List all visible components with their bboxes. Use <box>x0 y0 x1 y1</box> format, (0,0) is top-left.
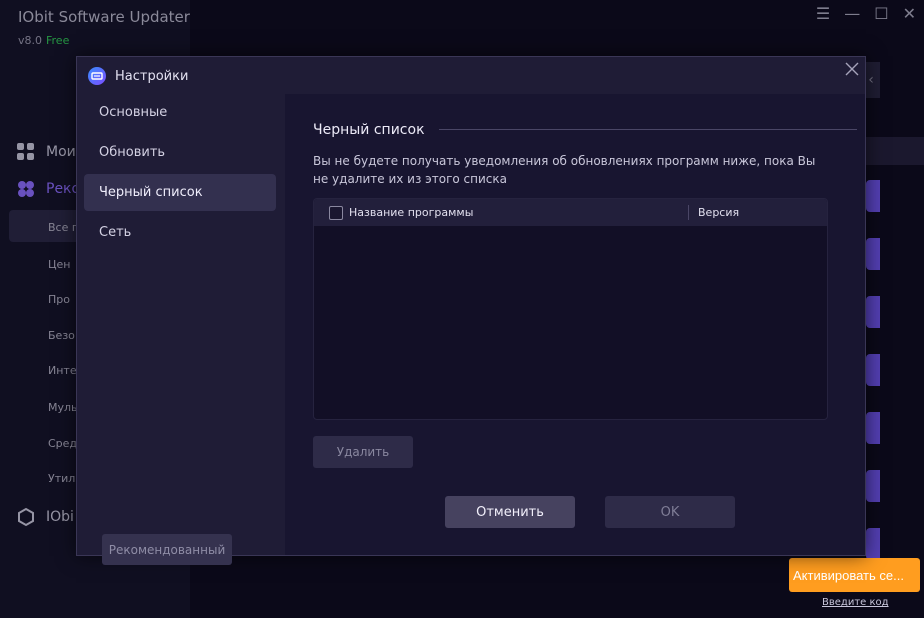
select-all-checkbox[interactable] <box>329 206 343 220</box>
recommended-button[interactable]: Рекомендованный <box>102 534 232 565</box>
settings-nav-update[interactable]: Обновить <box>84 134 276 171</box>
dialog-title: Настройки <box>115 69 189 84</box>
app-logo-icon <box>88 67 106 85</box>
blacklist-table: Название программы Версия <box>313 198 828 420</box>
cancel-button[interactable]: Отменить <box>445 496 575 528</box>
table-header: Название программы Версия <box>314 199 827 226</box>
column-divider[interactable] <box>688 205 689 220</box>
section-description: Вы не будете получать уведомления об обн… <box>313 154 816 186</box>
section-divider <box>439 129 857 130</box>
settings-content: Черный список Вы не будете получать увед… <box>285 94 865 555</box>
activate-button[interactable]: Активировать се... <box>789 558 920 592</box>
settings-dialog: Настройки Основные Обновить Черный списо… <box>76 56 866 565</box>
column-header-version[interactable]: Версия <box>698 206 739 219</box>
column-header-name[interactable]: Название программы <box>349 206 473 219</box>
close-icon[interactable] <box>843 62 861 80</box>
section-title: Черный список <box>313 122 425 138</box>
enter-code-link[interactable]: Введите код <box>822 597 889 608</box>
settings-nav-general[interactable]: Основные <box>84 94 276 131</box>
delete-button[interactable]: Удалить <box>313 436 413 468</box>
dialog-titlebar: Настройки <box>77 57 865 94</box>
settings-nav: Основные Обновить Черный список Сеть Рек… <box>77 94 285 565</box>
settings-nav-blacklist[interactable]: Черный список <box>84 174 276 211</box>
ok-button[interactable]: OK <box>605 496 735 528</box>
settings-nav-network[interactable]: Сеть <box>84 214 276 251</box>
